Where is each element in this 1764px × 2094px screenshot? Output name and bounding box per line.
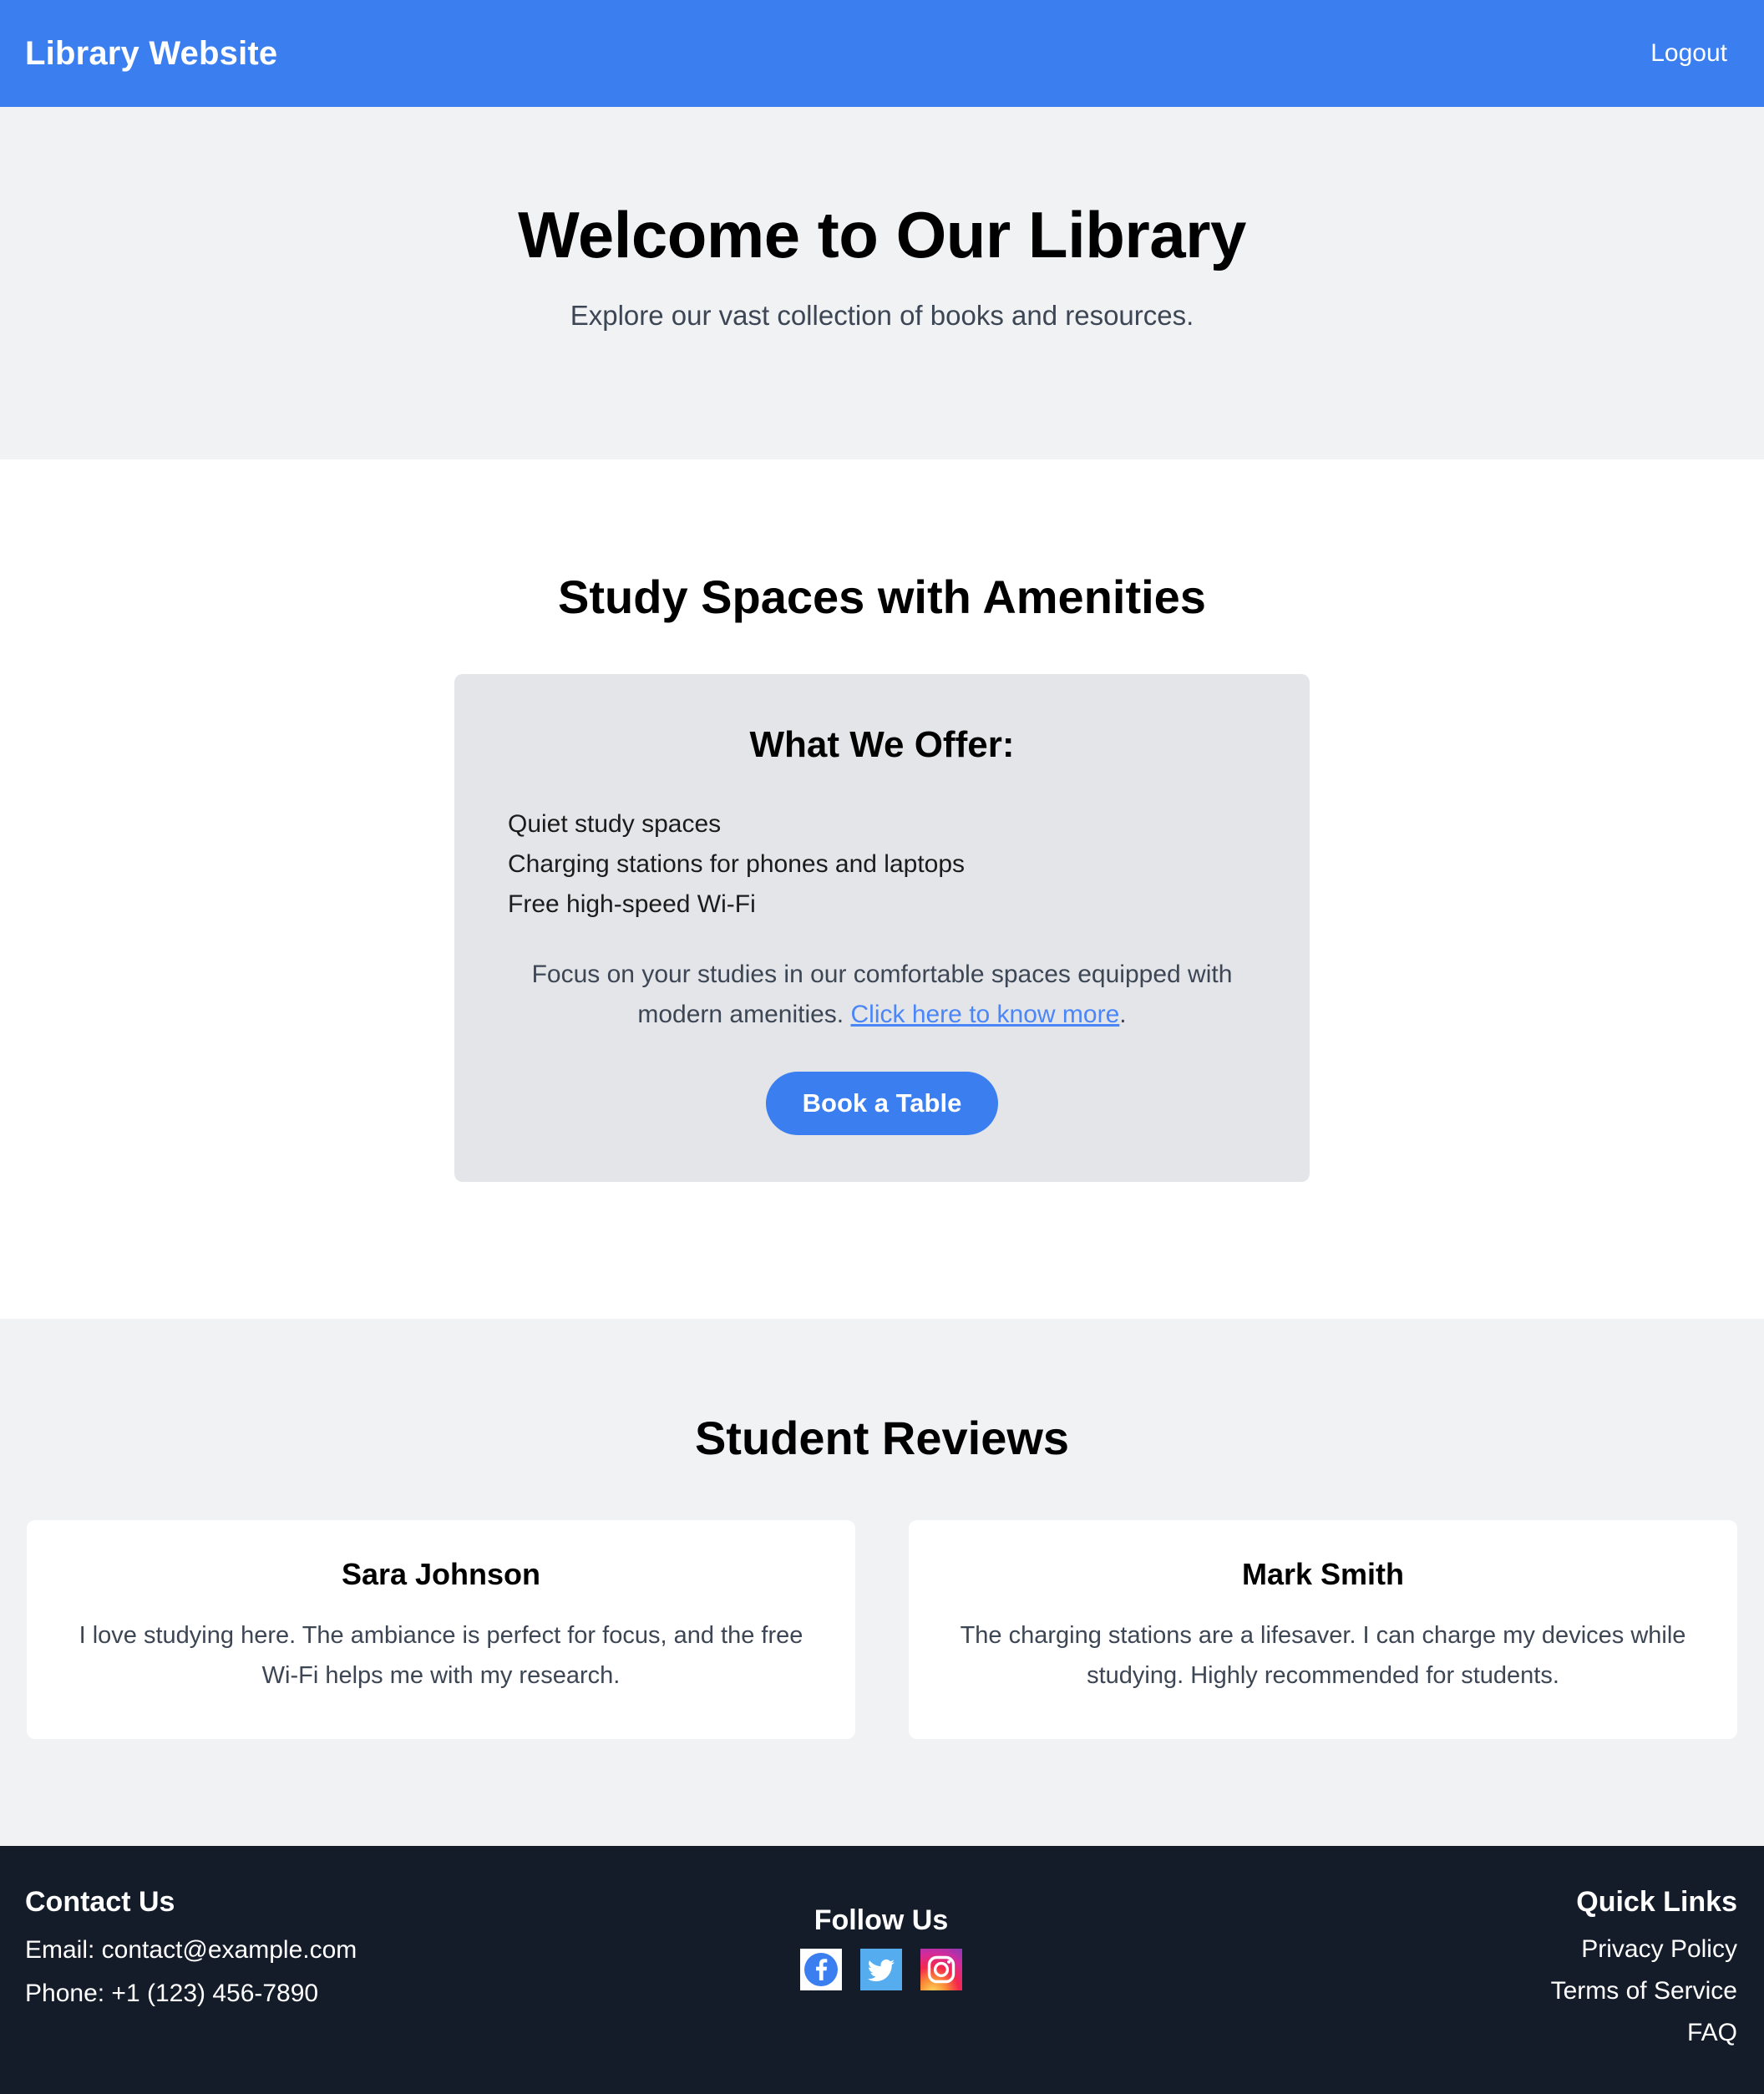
instagram-icon[interactable] <box>920 1949 962 1990</box>
offer-card: What We Offer: Quiet study spaces Chargi… <box>454 674 1310 1182</box>
review-text: I love studying here. The ambiance is pe… <box>79 1622 803 1689</box>
footer-contact-column: Contact Us Email: contact@example.com Ph… <box>25 1886 596 2015</box>
reviewer-name: Mark Smith <box>1241 1557 1405 1591</box>
contact-email: Email: contact@example.com <box>25 1936 357 1964</box>
review-card: Mark Smith The charging stations are a l… <box>909 1520 1737 1739</box>
quick-link-faq[interactable]: FAQ <box>1167 2012 1737 2054</box>
reviewer-name: Sara Johnson <box>341 1557 541 1591</box>
footer-quick-links-column: Quick Links Privacy Policy Terms of Serv… <box>1167 1886 1737 2054</box>
twitter-icon[interactable] <box>859 1949 902 1990</box>
contact-heading: Contact Us <box>25 1886 175 1918</box>
social-links <box>596 1949 1166 1990</box>
list-item: Charging stations for phones and laptops <box>508 850 966 878</box>
logout-link[interactable]: Logout <box>1640 33 1737 74</box>
site-brand: Library Website <box>25 34 278 72</box>
review-card: Sara Johnson I love studying here. The a… <box>27 1520 855 1739</box>
hero-section: Welcome to Our Library Explore our vast … <box>0 107 1764 459</box>
amenities-heading: Study Spaces with Amenities <box>558 570 1206 623</box>
amenities-section: Study Spaces with Amenities What We Offe… <box>0 459 1764 1319</box>
review-text: The charging stations are a lifesaver. I… <box>960 1622 1686 1689</box>
top-navbar: Library Website Logout <box>0 0 1764 107</box>
list-item: Free high-speed Wi-Fi <box>508 890 756 918</box>
site-footer: Contact Us Email: contact@example.com Ph… <box>0 1846 1764 2094</box>
offer-card-heading: What We Offer: <box>749 724 1015 765</box>
follow-us-heading: Follow Us <box>814 1904 949 1936</box>
quick-link-privacy-policy[interactable]: Privacy Policy <box>1167 1929 1737 1970</box>
reviews-section: Student Reviews Sara Johnson I love stud… <box>0 1319 1764 1846</box>
review-grid: Sara Johnson I love studying here. The a… <box>0 1520 1764 1739</box>
footer-follow-column: Follow Us <box>596 1886 1166 1990</box>
reviews-heading: Student Reviews <box>694 1412 1070 1464</box>
amenities-list: Quiet study spaces Charging stations for… <box>508 804 1256 925</box>
list-item: Quiet study spaces <box>508 810 722 838</box>
book-a-table-button[interactable]: Book a Table <box>765 1072 999 1135</box>
amenities-description: Focus on your studies in our comfortable… <box>508 955 1256 1035</box>
quick-links-heading: Quick Links <box>1576 1886 1737 1918</box>
hero-subtitle: Explore our vast collection of books and… <box>570 300 1194 331</box>
page-title: Welcome to Our Library <box>518 198 1246 271</box>
quick-link-terms-of-service[interactable]: Terms of Service <box>1167 1970 1737 2012</box>
description-text-after: . <box>1119 1001 1127 1028</box>
contact-phone: Phone: +1 (123) 456-7890 <box>25 1980 319 2007</box>
know-more-link[interactable]: Click here to know more <box>850 1001 1119 1028</box>
facebook-icon[interactable] <box>799 1949 842 1990</box>
